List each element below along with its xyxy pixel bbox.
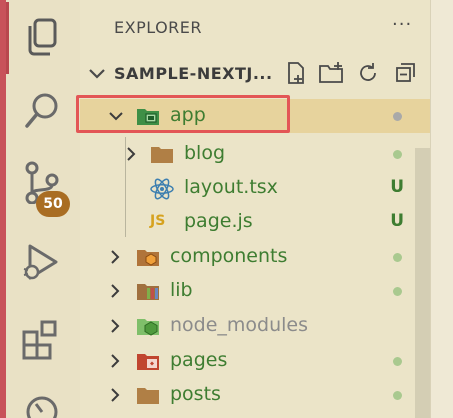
tree-item-layout-tsx[interactable]: layout.tsx U — [80, 171, 430, 205]
git-status-untracked: U — [390, 177, 404, 197]
tree-item-components[interactable]: components — [80, 240, 430, 274]
workspace-title: SAMPLE-NEXTJ... — [114, 64, 273, 83]
folder-icon — [137, 388, 159, 404]
run-debug-icon[interactable] — [20, 240, 64, 284]
extensions-icon[interactable] — [20, 318, 64, 362]
more-actions-button[interactable]: ··· — [392, 14, 412, 35]
vscode-window: 50 EXPLORER ··· SAMPLE-NEXTJ... app blog… — [0, 0, 453, 418]
tree-item-label: layout.tsx — [184, 176, 278, 198]
activity-bar: 50 — [6, 0, 80, 418]
status-dot — [393, 150, 402, 159]
git-status-untracked: U — [390, 211, 404, 231]
tree-item-blog[interactable]: blog — [80, 137, 430, 171]
tree-item-page-js[interactable]: JS page.js U — [80, 205, 430, 239]
tree-item-posts[interactable]: posts — [80, 378, 430, 412]
js-file-icon: JS — [150, 213, 166, 229]
tree-item-label: components — [170, 245, 288, 267]
status-dot — [393, 112, 402, 121]
tree-item-label: blog — [184, 142, 226, 164]
refresh-icon[interactable] — [356, 61, 380, 85]
react-file-icon — [150, 178, 174, 200]
new-file-icon[interactable] — [284, 61, 308, 85]
status-dot — [393, 391, 402, 400]
tree-item-label: node_modules — [170, 314, 309, 336]
new-folder-icon[interactable] — [318, 61, 344, 85]
active-indicator — [6, 2, 9, 74]
tree-item-lib[interactable]: lib — [80, 274, 430, 308]
status-dot — [393, 357, 402, 366]
chevron-right-icon — [111, 319, 120, 333]
workspace-section-header[interactable]: SAMPLE-NEXTJ... — [80, 58, 430, 90]
tree-item-node-modules[interactable]: node_modules — [80, 309, 430, 343]
explorer-title: EXPLORER — [114, 18, 202, 37]
node-modules-folder-icon — [137, 319, 159, 336]
tree-item-label: lib — [170, 279, 193, 301]
chevron-down-icon — [89, 69, 105, 79]
collapse-all-icon[interactable] — [394, 61, 418, 85]
editor-edge — [430, 0, 453, 418]
source-control-badge: 50 — [36, 191, 70, 217]
explorer-sidebar: EXPLORER ··· SAMPLE-NEXTJ... app blog la… — [80, 0, 430, 418]
chevron-right-icon — [111, 388, 120, 402]
chevron-right-icon — [127, 147, 136, 161]
chevron-right-icon — [111, 354, 120, 368]
status-dot — [393, 287, 402, 296]
pages-folder-icon — [137, 354, 159, 370]
search-icon[interactable] — [20, 88, 64, 132]
chevron-right-icon — [111, 250, 120, 264]
components-folder-icon — [137, 250, 159, 266]
scrollbar[interactable] — [415, 148, 430, 418]
chevron-right-icon — [111, 284, 120, 298]
tree-item-label: posts — [170, 383, 221, 405]
folder-icon — [151, 147, 173, 163]
status-dot — [393, 253, 402, 262]
tree-item-label: page.js — [184, 210, 253, 232]
lib-folder-icon — [137, 284, 159, 300]
tree-item-label: pages — [170, 349, 228, 371]
explorer-icon[interactable] — [20, 16, 64, 60]
annotation-highlight — [76, 95, 290, 133]
tree-item-pages[interactable]: pages — [80, 344, 430, 378]
timeline-icon[interactable] — [20, 392, 64, 418]
